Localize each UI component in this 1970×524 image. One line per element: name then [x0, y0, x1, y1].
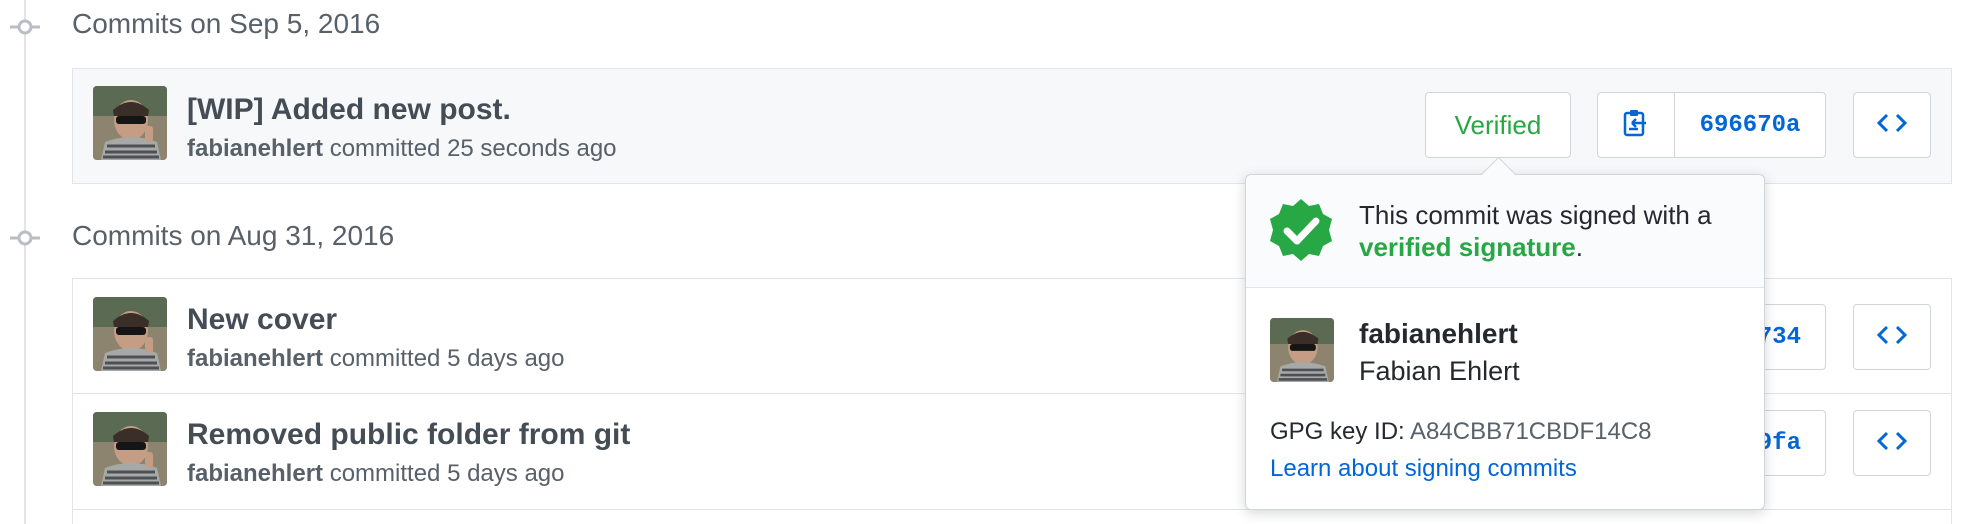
avatar[interactable]	[93, 86, 167, 160]
code-icon	[1876, 112, 1908, 139]
commit-time: committed 5 days ago	[329, 345, 565, 372]
code-icon	[1876, 430, 1908, 457]
commit-author-link[interactable]: fabianehlert	[187, 135, 323, 162]
commit-sha-link[interactable]: 696670a	[1675, 92, 1826, 158]
commit-title-link[interactable]: Removed public folder from git	[187, 418, 630, 452]
gpg-key-id: A84CBB71CBDF14C8	[1410, 418, 1652, 445]
commit-time: committed 5 days ago	[329, 460, 565, 487]
avatar[interactable]	[93, 412, 167, 486]
commit-title-link[interactable]: [WIP] Added new post.	[187, 93, 511, 127]
commit-group-heading: Commits on Sep 5, 2016	[72, 8, 381, 39]
learn-signing-link[interactable]: Learn about signing commits	[1270, 455, 1577, 483]
commit-author-link[interactable]: fabianehlert	[187, 345, 323, 372]
commit-row: [WIP] Added new post. fabianehlert commi…	[72, 68, 1952, 184]
signature-message-text: This commit was signed with a	[1359, 200, 1712, 230]
timeline-line	[24, 0, 26, 524]
browse-files-button[interactable]	[1853, 304, 1931, 370]
git-commit-icon	[10, 223, 40, 253]
browse-files-button[interactable]	[1853, 410, 1931, 476]
verified-badge-button[interactable]: Verified	[1425, 92, 1571, 158]
sha-button-group: 696670a	[1597, 92, 1826, 158]
commit-author-link[interactable]: fabianehlert	[187, 460, 323, 487]
browse-files-button[interactable]	[1853, 92, 1931, 158]
commit-row	[72, 510, 1952, 524]
copy-sha-button[interactable]	[1597, 92, 1675, 158]
gpg-key-row: GPG key ID: A84CBB71CBDF14C8	[1270, 418, 1652, 446]
commit-meta: fabianehlert committed 5 days ago	[187, 460, 565, 488]
signature-message-period: .	[1575, 232, 1583, 262]
verified-signature-link[interactable]: verified signature	[1359, 232, 1576, 262]
clippy-icon	[1622, 108, 1650, 143]
code-icon	[1876, 324, 1908, 351]
avatar[interactable]	[93, 297, 167, 371]
commit-title-link[interactable]: New cover	[187, 303, 337, 337]
signer-login[interactable]: fabianehlert	[1359, 318, 1518, 350]
signer-avatar[interactable]	[1270, 318, 1334, 382]
verified-badge-icon	[1268, 197, 1334, 263]
commit-group-heading: Commits on Aug 31, 2016	[72, 220, 395, 251]
commit-meta: fabianehlert committed 5 days ago	[187, 345, 565, 373]
signature-message: This commit was signed with a verified s…	[1359, 199, 1749, 263]
gpg-key-label: GPG key ID:	[1270, 418, 1405, 445]
commit-time: committed 25 seconds ago	[329, 135, 617, 162]
commit-meta: fabianehlert committed 25 seconds ago	[187, 135, 617, 163]
git-commit-icon	[10, 12, 40, 42]
signer-full-name: Fabian Ehlert	[1359, 356, 1520, 386]
signature-popover: This commit was signed with a verified s…	[1245, 156, 1765, 510]
